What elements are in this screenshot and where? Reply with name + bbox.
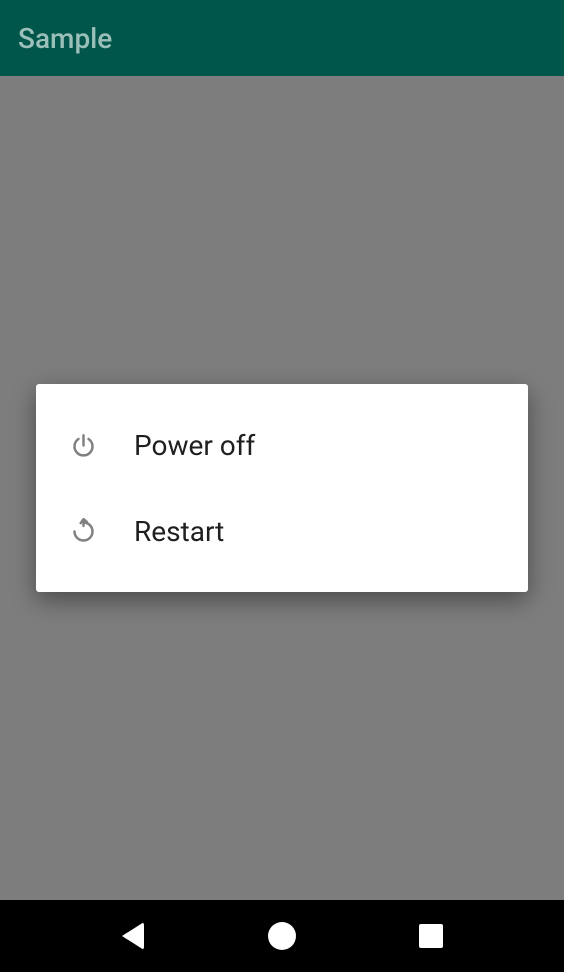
restart-label: Restart xyxy=(134,515,224,548)
recent-square-icon xyxy=(419,924,443,948)
home-circle-icon xyxy=(268,922,296,950)
nav-home-button[interactable] xyxy=(266,920,298,952)
app-bar: Sample xyxy=(0,0,564,76)
app-title: Sample xyxy=(18,22,112,55)
power-dialog: Power off Restart xyxy=(36,384,528,592)
navigation-bar xyxy=(0,900,564,972)
power-icon xyxy=(70,432,134,459)
dialog-scrim[interactable]: Power off Restart xyxy=(0,76,564,900)
power-off-label: Power off xyxy=(134,429,255,462)
nav-recent-button[interactable] xyxy=(415,920,447,952)
power-off-item[interactable]: Power off xyxy=(36,402,528,488)
nav-back-button[interactable] xyxy=(117,920,149,952)
back-triangle-icon xyxy=(122,922,144,950)
restart-icon xyxy=(70,518,134,545)
restart-item[interactable]: Restart xyxy=(36,488,528,574)
